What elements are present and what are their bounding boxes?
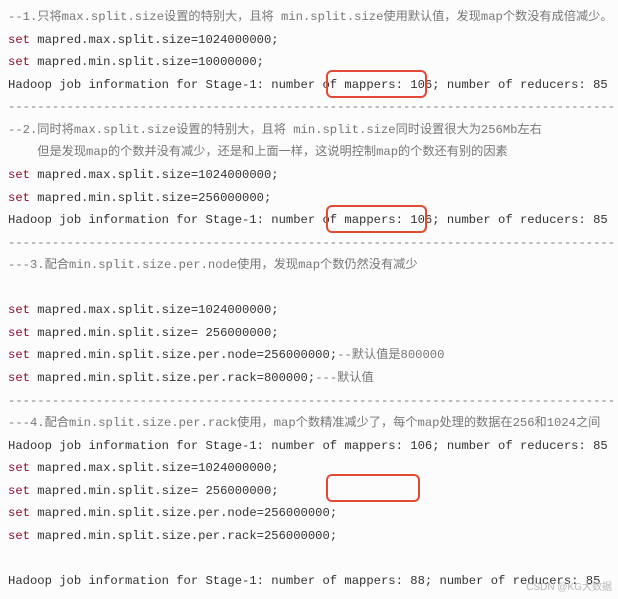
kw-set-1a: set [8, 33, 30, 47]
blank-3 [8, 281, 15, 295]
stmt-1a: mapred.max.split.size=1024000000; [30, 33, 279, 47]
kw-set-4b: set [8, 484, 30, 498]
comment-2a: --2.同时将max.split.size设置的特别大，且将 min.split… [8, 123, 542, 137]
kw-set-3d: set [8, 371, 30, 385]
job-info-4a: Hadoop job information for Stage-1: numb… [8, 439, 608, 453]
stmt-2a: mapred.max.split.size=1024000000; [30, 168, 279, 182]
stmt-3d-note: ---默认值 [315, 371, 374, 385]
stmt-3a: mapred.max.split.size=1024000000; [30, 303, 279, 317]
stmt-4c: mapred.min.split.size.per.node=256000000… [30, 506, 337, 520]
stmt-4b: mapred.min.split.size= 256000000; [30, 484, 279, 498]
watermark: CSDN @KG大数据 [526, 579, 612, 598]
comment-4: ---4.配合min.split.size.per.rack使用，map个数精准… [8, 416, 600, 430]
kw-set-3a: set [8, 303, 30, 317]
kw-set-3b: set [8, 326, 30, 340]
job-info-4b: Hadoop job information for Stage-1: numb… [8, 574, 600, 588]
kw-set-4c: set [8, 506, 30, 520]
comment-2b: 但是发现map的个数并没有减少，还是和上面一样，这说明控制map的个数还有别的因… [8, 145, 508, 159]
kw-set-2b: set [8, 191, 30, 205]
stmt-3c: mapred.min.split.size.per.node=256000000… [30, 348, 337, 362]
job-info-1: Hadoop job information for Stage-1: numb… [8, 78, 608, 92]
kw-set-1b: set [8, 55, 30, 69]
stmt-3d: mapred.min.split.size.per.rack=800000; [30, 371, 315, 385]
stmt-3c-note: --默认值是800000 [337, 348, 444, 362]
stmt-4a: mapred.max.split.size=1024000000; [30, 461, 279, 475]
stmt-2b: mapred.min.split.size=256000000; [30, 191, 271, 205]
sep-3: ----------------------------------------… [8, 394, 615, 408]
comment-1: --1.只将max.split.size设置的特别大，且将 min.split.… [8, 10, 613, 24]
sep-2: ----------------------------------------… [8, 236, 615, 250]
sep-1: ----------------------------------------… [8, 100, 615, 114]
stmt-1b: mapred.min.split.size=10000000; [30, 55, 264, 69]
comment-3: ---3.配合min.split.size.per.node使用，发现map个数… [8, 258, 418, 272]
blank-4 [8, 552, 15, 566]
kw-set-4d: set [8, 529, 30, 543]
stmt-4d: mapred.min.split.size.per.rack=256000000… [30, 529, 337, 543]
kw-set-2a: set [8, 168, 30, 182]
job-info-2: Hadoop job information for Stage-1: numb… [8, 213, 608, 227]
kw-set-3c: set [8, 348, 30, 362]
kw-set-4a: set [8, 461, 30, 475]
stmt-3b: mapred.min.split.size= 256000000; [30, 326, 279, 340]
